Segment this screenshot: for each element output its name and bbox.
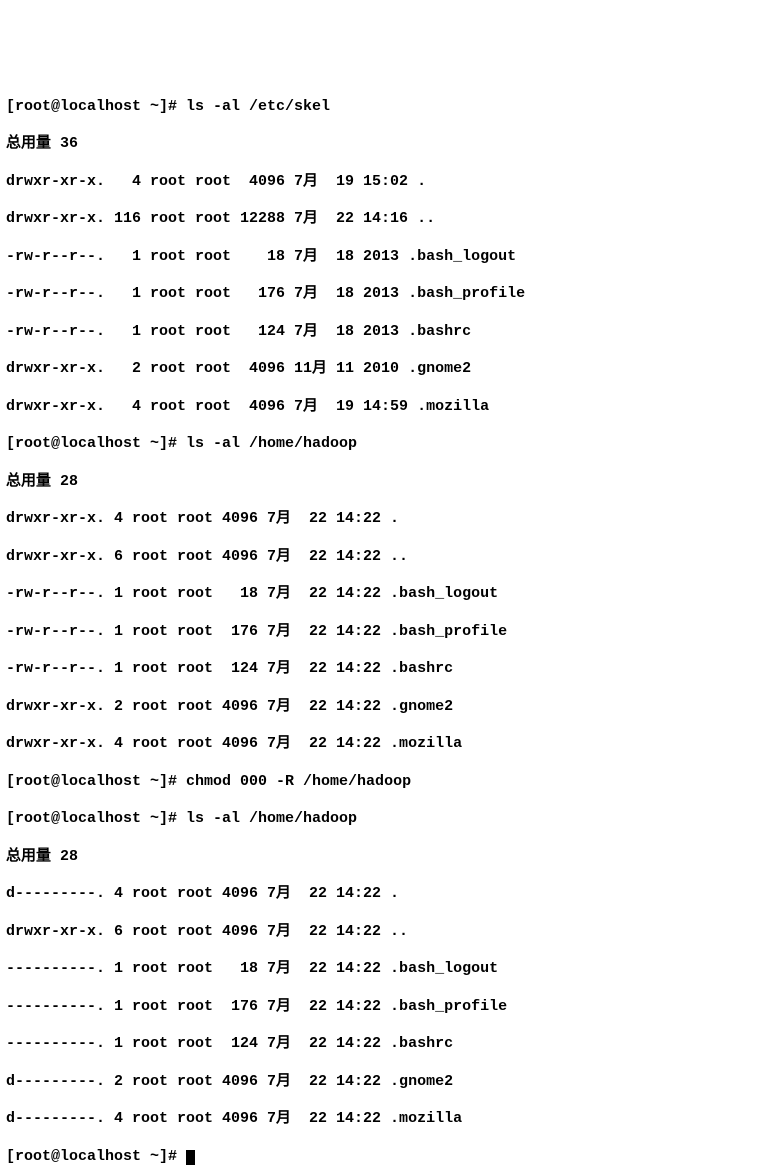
ls-row: drwxr-xr-x. 116 root root 12288 7月 22 14… <box>6 210 752 229</box>
total-line: 总用量 28 <box>6 848 752 867</box>
total-line: 总用量 36 <box>6 135 752 154</box>
prompt-line[interactable]: [root@localhost ~]# ls -al /etc/skel <box>6 98 752 117</box>
command-input: ls -al /home/hadoop <box>186 810 357 827</box>
ls-row: -rw-r--r--. 1 root root 176 7月 18 2013 .… <box>6 285 752 304</box>
command-input: chmod 000 -R /home/hadoop <box>186 773 411 790</box>
ls-row: d---------. 4 root root 4096 7月 22 14:22… <box>6 885 752 904</box>
shell-prompt: [root@localhost ~]# <box>6 98 186 115</box>
ls-row: ----------. 1 root root 176 7月 22 14:22 … <box>6 998 752 1017</box>
cursor-icon <box>186 1150 195 1165</box>
ls-row: -rw-r--r--. 1 root root 124 7月 22 14:22 … <box>6 660 752 679</box>
command-input: ls -al /home/hadoop <box>186 435 357 452</box>
ls-row: drwxr-xr-x. 4 root root 4096 7月 22 14:22… <box>6 735 752 754</box>
prompt-line[interactable]: [root@localhost ~]# ls -al /home/hadoop <box>6 810 752 829</box>
ls-row: drwxr-xr-x. 4 root root 4096 7月 19 14:59… <box>6 398 752 417</box>
prompt-line[interactable]: [root@localhost ~]# chmod 000 -R /home/h… <box>6 773 752 792</box>
ls-row: drwxr-xr-x. 6 root root 4096 7月 22 14:22… <box>6 548 752 567</box>
shell-prompt: [root@localhost ~]# <box>6 773 186 790</box>
ls-row: -rw-r--r--. 1 root root 124 7月 18 2013 .… <box>6 323 752 342</box>
ls-row: -rw-r--r--. 1 root root 18 7月 22 14:22 .… <box>6 585 752 604</box>
prompt-line[interactable]: [root@localhost ~]# <box>6 1148 752 1167</box>
ls-row: -rw-r--r--. 1 root root 18 7月 18 2013 .b… <box>6 248 752 267</box>
ls-row: drwxr-xr-x. 4 root root 4096 7月 22 14:22… <box>6 510 752 529</box>
ls-row: drwxr-xr-x. 4 root root 4096 7月 19 15:02… <box>6 173 752 192</box>
ls-row: d---------. 4 root root 4096 7月 22 14:22… <box>6 1110 752 1129</box>
ls-row: ----------. 1 root root 124 7月 22 14:22 … <box>6 1035 752 1054</box>
ls-row: drwxr-xr-x. 6 root root 4096 7月 22 14:22… <box>6 923 752 942</box>
ls-row: drwxr-xr-x. 2 root root 4096 7月 22 14:22… <box>6 698 752 717</box>
shell-prompt: [root@localhost ~]# <box>6 1148 186 1165</box>
command-input: ls -al /etc/skel <box>186 98 330 115</box>
ls-row: -rw-r--r--. 1 root root 176 7月 22 14:22 … <box>6 623 752 642</box>
prompt-line[interactable]: [root@localhost ~]# ls -al /home/hadoop <box>6 435 752 454</box>
ls-row: d---------. 2 root root 4096 7月 22 14:22… <box>6 1073 752 1092</box>
shell-prompt: [root@localhost ~]# <box>6 435 186 452</box>
terminal-output: [root@localhost ~]# ls -al /etc/skel 总用量… <box>6 79 752 1170</box>
total-line: 总用量 28 <box>6 473 752 492</box>
shell-prompt: [root@localhost ~]# <box>6 810 186 827</box>
ls-row: ----------. 1 root root 18 7月 22 14:22 .… <box>6 960 752 979</box>
ls-row: drwxr-xr-x. 2 root root 4096 11月 11 2010… <box>6 360 752 379</box>
